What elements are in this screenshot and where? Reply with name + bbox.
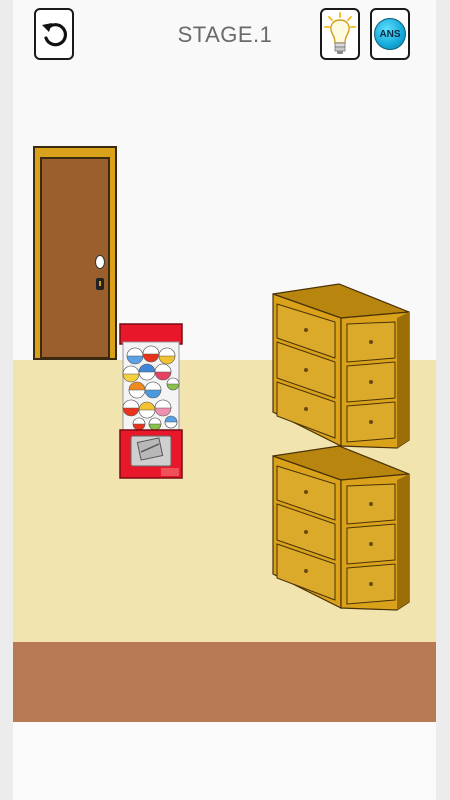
- drawer-knob[interactable]: [304, 490, 308, 494]
- door-knob[interactable]: [95, 255, 105, 269]
- bottom-area: [13, 722, 436, 800]
- room-scene: [13, 0, 436, 800]
- answer-button[interactable]: ANS: [370, 8, 410, 60]
- drawer-knob[interactable]: [369, 502, 373, 506]
- left-edge: [0, 0, 13, 800]
- door[interactable]: [33, 146, 117, 360]
- game-screen: STAGE.1 ANS: [0, 0, 450, 800]
- gumball-machine[interactable]: [117, 322, 189, 480]
- answer-label: ANS: [379, 28, 401, 40]
- hint-button[interactable]: [320, 8, 360, 60]
- drawer-knob[interactable]: [304, 530, 308, 534]
- drawer-chest-bottom[interactable]: [269, 442, 413, 612]
- top-bar: STAGE.1 ANS: [0, 0, 450, 72]
- drawer-knob[interactable]: [304, 407, 308, 411]
- drawer-chest-top[interactable]: [269, 280, 413, 450]
- drawer-knob[interactable]: [369, 582, 373, 586]
- drawer-knob[interactable]: [304, 569, 308, 573]
- drawer-knob[interactable]: [369, 420, 373, 424]
- gumball-handle[interactable]: [136, 437, 164, 461]
- restart-arrow-icon: [42, 23, 68, 47]
- answer-badge: ANS: [374, 18, 406, 50]
- lightbulb-icon: [324, 12, 356, 54]
- drawer-knob[interactable]: [304, 368, 308, 372]
- drawer-knob[interactable]: [369, 542, 373, 546]
- drawer-knob[interactable]: [369, 340, 373, 344]
- right-edge: [436, 0, 450, 800]
- stage-title: STAGE.1: [177, 22, 273, 47]
- drawer-knob[interactable]: [304, 328, 308, 332]
- front-floor-edge: [13, 642, 436, 722]
- drawer-knob[interactable]: [369, 380, 373, 384]
- restart-button[interactable]: [34, 8, 74, 60]
